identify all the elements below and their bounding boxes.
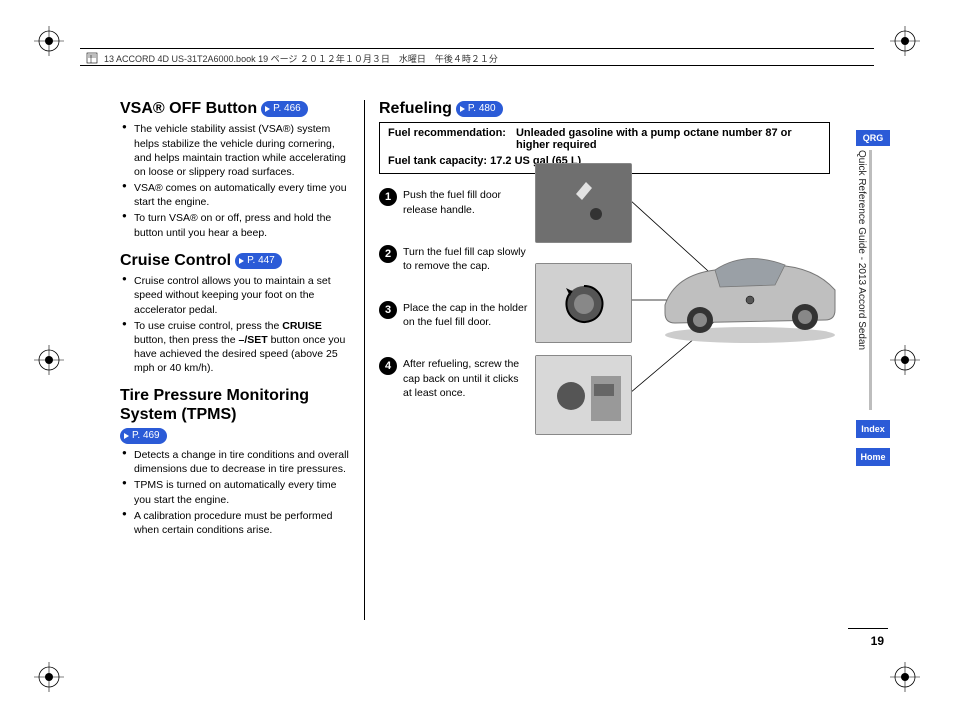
crop-mark-icon [890, 662, 920, 692]
step-1: 1 Push the fuel fill door release handle… [379, 188, 529, 216]
list-item: To use cruise control, press the CRUISE … [120, 319, 350, 376]
index-button[interactable]: Index [856, 420, 890, 438]
step-2: 2 Turn the fuel fill cap slowly to remov… [379, 245, 529, 273]
tpms-bullets: Detects a change in tire conditions and … [120, 448, 350, 537]
step-3: 3 Place the cap in the holder on the fue… [379, 301, 529, 329]
list-item: TPMS is turned on automatically every ti… [120, 478, 350, 506]
cruise-heading: Cruise Control P. 447 [120, 252, 350, 270]
home-button[interactable]: Home [856, 448, 890, 466]
list-item: Cruise control allows you to maintain a … [120, 274, 350, 317]
list-item: To turn VSA® on or off, press and hold t… [120, 211, 350, 239]
list-item: The vehicle stability assist (VSA®) syst… [120, 122, 350, 179]
page-ref-link[interactable]: P. 466 [261, 101, 308, 117]
page-ref-link[interactable]: P. 469 [120, 428, 167, 444]
list-item: VSA® comes on automatically every time y… [120, 181, 350, 209]
crop-mark-icon [34, 662, 64, 692]
page-ref-link[interactable]: P. 447 [235, 253, 282, 269]
list-item: Detects a change in tire conditions and … [120, 448, 350, 476]
crop-mark-icon [34, 345, 64, 375]
page-ref-link[interactable]: P. 480 [456, 101, 503, 117]
crop-mark-icon [890, 345, 920, 375]
crop-mark-icon [34, 26, 64, 56]
fuel-cap-holder-image [535, 355, 632, 435]
step-4: 4 After refueling, screw the cap back on… [379, 357, 529, 400]
refuel-steps: 1 Push the fuel fill door release handle… [379, 188, 529, 400]
list-item: A calibration procedure must be performe… [120, 509, 350, 537]
step-number-icon: 3 [379, 301, 397, 319]
fuel-cap-remove-image [535, 263, 632, 343]
refuel-diagram [535, 155, 845, 505]
cruise-bullets: Cruise control allows you to maintain a … [120, 274, 350, 375]
vsa-heading: VSA® OFF Button P. 466 [120, 100, 350, 118]
vsa-bullets: The vehicle stability assist (VSA®) syst… [120, 122, 350, 239]
guide-title: Quick Reference Guide - 2013 Accord Seda… [856, 150, 872, 410]
fuel-rec-label: Fuel recommendation: [388, 127, 506, 151]
framemaker-icon [86, 52, 98, 64]
qrg-tab[interactable]: QRG [856, 130, 890, 146]
refueling-heading: Refueling P. 480 [379, 100, 830, 118]
header-text: 13 ACCORD 4D US-31T2A6000.book 19 ページ ２０… [104, 52, 498, 65]
crop-mark-icon [890, 26, 920, 56]
step-number-icon: 4 [379, 357, 397, 375]
step-number-icon: 2 [379, 245, 397, 263]
document-header: 13 ACCORD 4D US-31T2A6000.book 19 ページ ２０… [80, 48, 874, 66]
fuel-cap-label: Fuel tank capacity: [388, 155, 487, 167]
fuel-rec-value: Unleaded gasoline with a pump octane num… [516, 127, 821, 151]
step-number-icon: 1 [379, 188, 397, 206]
sidebar-nav: QRG Quick Reference Guide - 2013 Accord … [856, 130, 890, 610]
tpms-heading: Tire Pressure Monitoring System (TPMS) P… [120, 387, 350, 444]
page-number: 19 [871, 634, 884, 648]
fuel-release-image [535, 163, 632, 243]
vehicle-image [655, 235, 845, 345]
